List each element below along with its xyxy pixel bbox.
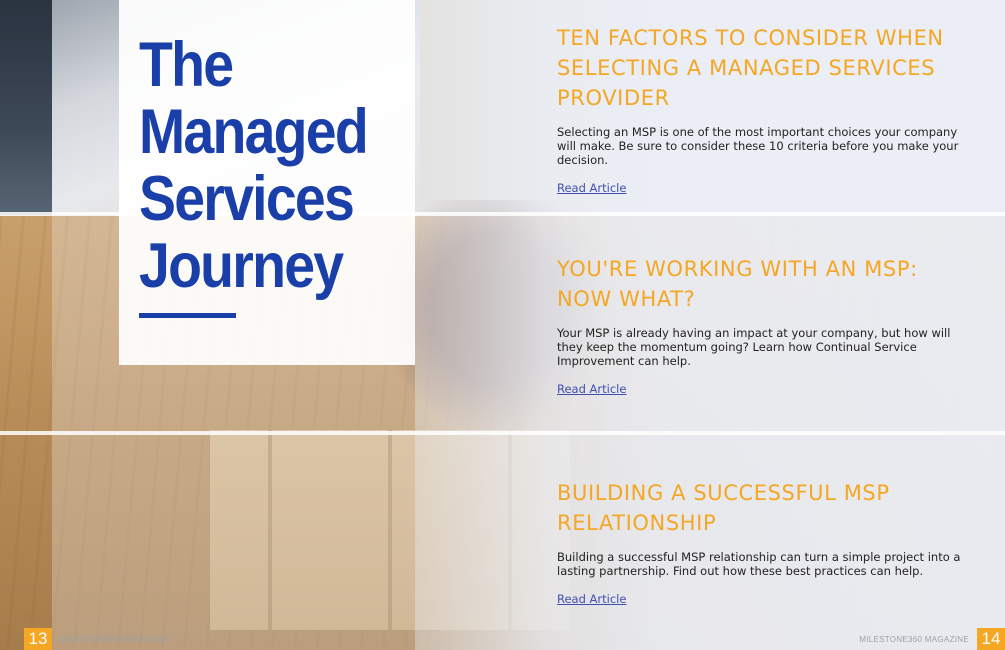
article-heading: You're Working with an MSP: Now What? [557,257,918,311]
article-summary: Building a successful MSP relationship c… [557,550,961,578]
title-underline [139,313,236,318]
article-summary: Selecting an MSP is one of the most impo… [557,125,959,167]
read-article-link[interactable]: Read Article [557,382,626,396]
dark-edge-strip [0,0,52,215]
article-heading: Building a Successful MSP Relationship [557,481,890,535]
section-divider-2 [0,431,1005,435]
article-summary: Your MSP is already having an impact at … [557,326,951,368]
footer-left: 13 MILESTONE360 MAGAZINE [24,628,178,650]
read-article-link[interactable]: Read Article [557,181,626,195]
page-number-right: 14 [977,628,1005,650]
article-building-relationship: Building a Successful MSP Relationship B… [557,478,977,607]
feature-title: The Managed Services Journey [139,30,369,301]
footer-right: MILESTONE360 MAGAZINE 14 [851,628,1005,650]
article-ten-factors: Ten Factors to Consider when Selecting a… [557,23,977,196]
read-article-link[interactable]: Read Article [557,592,626,606]
publication-name-right: MILESTONE360 MAGAZINE [859,634,969,644]
feature-title-card: The Managed Services Journey [119,0,415,365]
article-working-with-msp: You're Working with an MSP: Now What? Yo… [557,254,977,397]
publication-name-left: MILESTONE360 MAGAZINE [60,634,170,644]
article-heading: Ten Factors to Consider when Selecting a… [557,26,944,110]
page-number-left: 13 [24,628,52,650]
